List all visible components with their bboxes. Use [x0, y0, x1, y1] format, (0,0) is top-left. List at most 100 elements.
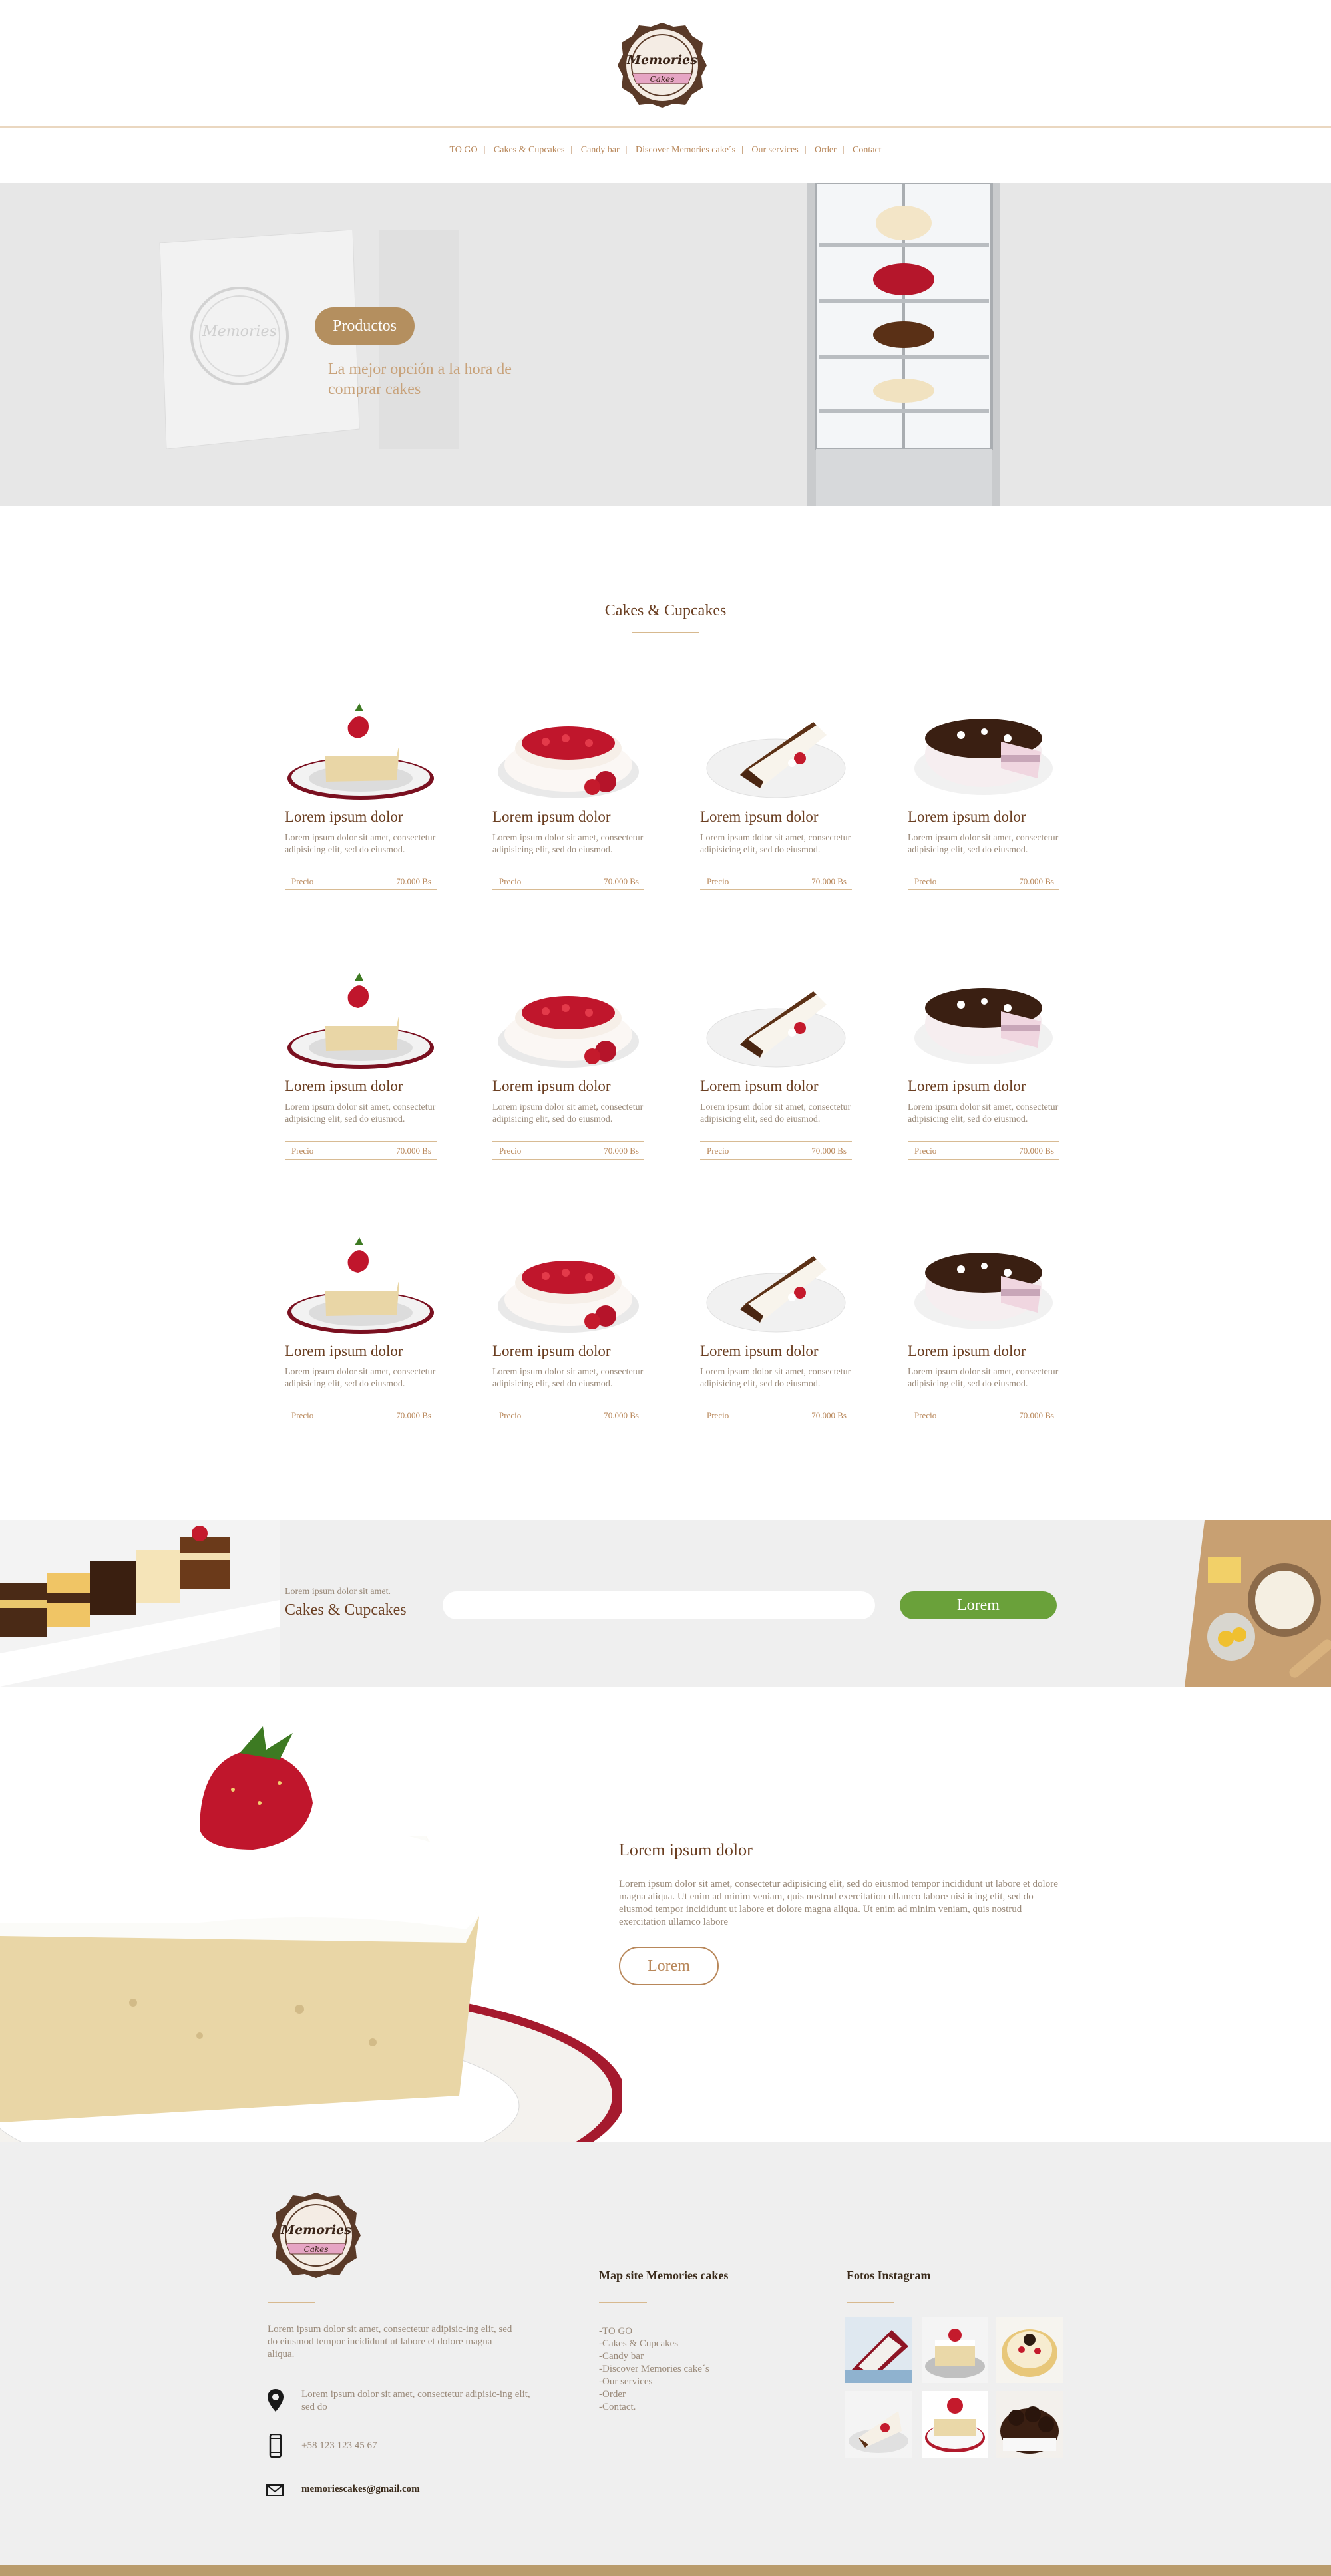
cake-slice-icon[interactable]	[700, 971, 852, 1071]
product-description: Lorem ipsum dolor sit amet, consectetur …	[492, 1102, 644, 1124]
footer-link-cakes-cupcakes[interactable]: -Cakes & Cupcakes	[599, 2338, 709, 2350]
instagram-photo-5[interactable]	[922, 2391, 988, 2458]
chocolate-cake-icon[interactable]	[908, 702, 1059, 802]
product-name[interactable]: Lorem ipsum dolor	[908, 1343, 1026, 1360]
nav-item-candy-bar[interactable]: Candy bar	[581, 145, 620, 156]
product-price: 70.000 Bs	[604, 1146, 639, 1156]
tres-leches-icon[interactable]	[285, 971, 437, 1071]
instagram-photo-6[interactable]	[996, 2391, 1063, 2458]
product-name[interactable]: Lorem ipsum dolor	[492, 1343, 611, 1360]
envelope-icon	[266, 2484, 284, 2496]
productos-button[interactable]: Productos	[315, 307, 415, 345]
product-name[interactable]: Lorem ipsum dolor	[285, 1078, 403, 1095]
newsletter-title: Cakes & Cupcakes	[285, 1601, 407, 1619]
svg-text:Cakes: Cakes	[650, 75, 675, 84]
phone-icon	[269, 2434, 282, 2458]
product-name[interactable]: Lorem ipsum dolor	[492, 808, 611, 826]
strawberry-cake-icon[interactable]	[492, 702, 644, 802]
product-name[interactable]: Lorem ipsum dolor	[700, 1343, 819, 1360]
footer-link-contact[interactable]: -Contact.	[599, 2401, 709, 2414]
tres-leches-feature-image	[0, 1723, 622, 2142]
tres-leches-icon[interactable]	[285, 702, 437, 802]
newsletter-small-text: Lorem ipsum dolor sit amet.	[285, 1587, 391, 1597]
product-price-row: Precio 70.000 Bs	[285, 1141, 437, 1160]
product-price: 70.000 Bs	[1019, 1410, 1054, 1420]
product-price: 70.000 Bs	[604, 876, 639, 886]
newsletter-band: Lorem ipsum dolor sit amet. Cakes & Cupc…	[0, 1520, 1331, 1687]
footer-address-text: Lorem ipsum dolor sit amet, consectetur …	[301, 2389, 530, 2412]
product-name[interactable]: Lorem ipsum dolor	[908, 1078, 1026, 1095]
nav-item-cakes-cupcakes[interactable]: Cakes & Cupcakes	[494, 145, 565, 156]
product-name[interactable]: Lorem ipsum dolor	[492, 1078, 611, 1095]
location-pin-icon	[268, 2389, 284, 2412]
instagram-photo-2[interactable]	[922, 2317, 988, 2383]
product-description: Lorem ipsum dolor sit amet, consectetur …	[700, 1102, 851, 1124]
footer-link-discover[interactable]: -Discover Memories cake´s	[599, 2363, 709, 2376]
instagram-photo-3[interactable]	[996, 2317, 1063, 2383]
footer-map-underline	[599, 2302, 647, 2303]
footer-bottom-bar	[0, 2565, 1331, 2576]
strawberry-cake-icon[interactable]	[492, 971, 644, 1071]
nav-item-discover[interactable]: Discover Memories cake´s	[636, 145, 735, 156]
product-description: Lorem ipsum dolor sit amet, consectetur …	[285, 833, 436, 855]
footer-about: Lorem ipsum dolor sit amet, consectetur …	[268, 2324, 512, 2360]
product-name[interactable]: Lorem ipsum dolor	[285, 808, 403, 826]
hanging-sign-image: Memories	[159, 230, 459, 449]
feature-button[interactable]: Lorem	[619, 1947, 719, 1985]
product-description: Lorem ipsum dolor sit amet, consectetur …	[285, 1102, 436, 1124]
chocolate-cake-icon[interactable]	[908, 971, 1059, 1071]
product-price: 70.000 Bs	[396, 876, 431, 886]
instagram-photo-1[interactable]	[845, 2317, 912, 2383]
product-name[interactable]: Lorem ipsum dolor	[908, 808, 1026, 826]
strawberry-cake-icon[interactable]	[492, 1236, 644, 1336]
newsletter-input[interactable]	[443, 1591, 875, 1619]
product-description: Lorem ipsum dolor sit amet, consectetur …	[700, 1367, 851, 1389]
product-name[interactable]: Lorem ipsum dolor	[700, 1078, 819, 1095]
footer-logo[interactable]: Memories Cakes	[266, 2189, 366, 2282]
footer-link-to-go[interactable]: -TO GO	[599, 2325, 709, 2338]
product-price-label: Precio	[707, 1146, 729, 1156]
product-price-row: Precio 70.000 Bs	[492, 872, 644, 890]
feature-title: Lorem ipsum dolor	[619, 1840, 753, 1859]
product-price-label: Precio	[291, 1146, 314, 1156]
cake-slice-icon[interactable]	[700, 1236, 852, 1336]
product-price: 70.000 Bs	[811, 1146, 847, 1156]
footer-instagram-title: Fotos Instagram	[847, 2269, 931, 2282]
nav-item-to-go[interactable]: TO GO	[449, 145, 477, 156]
product-price-label: Precio	[499, 1410, 522, 1420]
memories-cakes-logo[interactable]: Memories Cakes	[612, 19, 712, 112]
footer-link-order[interactable]: -Order	[599, 2388, 709, 2401]
hero-tagline: La mejor opción a la hora de comprar cak…	[328, 361, 512, 398]
hero-banner: Memories Productos La mejor opción a la …	[0, 183, 1331, 506]
svg-text:Memories: Memories	[626, 53, 697, 67]
product-price-row: Precio 70.000 Bs	[700, 1406, 852, 1424]
product-description: Lorem ipsum dolor sit amet, consectetur …	[492, 1367, 644, 1389]
newsletter-submit-button[interactable]: Lorem	[900, 1591, 1057, 1619]
product-price-row: Precio 70.000 Bs	[285, 872, 437, 890]
instagram-photo-4[interactable]	[845, 2391, 912, 2458]
product-price-label: Precio	[291, 1410, 314, 1420]
chocolate-cake-icon[interactable]	[908, 1236, 1059, 1336]
product-name[interactable]: Lorem ipsum dolor	[285, 1343, 403, 1360]
footer-phone-text: +58 123 123 45 67	[301, 2440, 377, 2451]
product-price-label: Precio	[499, 876, 522, 886]
nav-item-order[interactable]: Order	[815, 145, 837, 156]
cake-slice-icon[interactable]	[700, 702, 852, 802]
footer-instagram-underline	[847, 2302, 894, 2303]
product-name[interactable]: Lorem ipsum dolor	[700, 808, 819, 826]
nav-item-contact[interactable]: Contact	[853, 145, 882, 156]
footer-email-text[interactable]: memoriescakes@gmail.com	[301, 2483, 541, 2496]
svg-text:Memories: Memories	[202, 323, 277, 340]
footer-link-our-services[interactable]: -Our services	[599, 2376, 709, 2388]
footer-link-candy-bar[interactable]: -Candy bar	[599, 2350, 709, 2363]
product-price-row: Precio 70.000 Bs	[492, 1141, 644, 1160]
nav-item-our-services[interactable]: Our services	[751, 145, 798, 156]
product-price: 70.000 Bs	[1019, 876, 1054, 886]
tres-leches-icon[interactable]	[285, 1236, 437, 1336]
product-description: Lorem ipsum dolor sit amet, consectetur …	[908, 1102, 1059, 1124]
product-price-row: Precio 70.000 Bs	[700, 1141, 852, 1160]
product-description: Lorem ipsum dolor sit amet, consectetur …	[492, 833, 644, 855]
product-price-row: Precio 70.000 Bs	[908, 1406, 1059, 1424]
site-header: Memories Cakes	[0, 0, 1331, 126]
product-price-label: Precio	[291, 876, 314, 886]
